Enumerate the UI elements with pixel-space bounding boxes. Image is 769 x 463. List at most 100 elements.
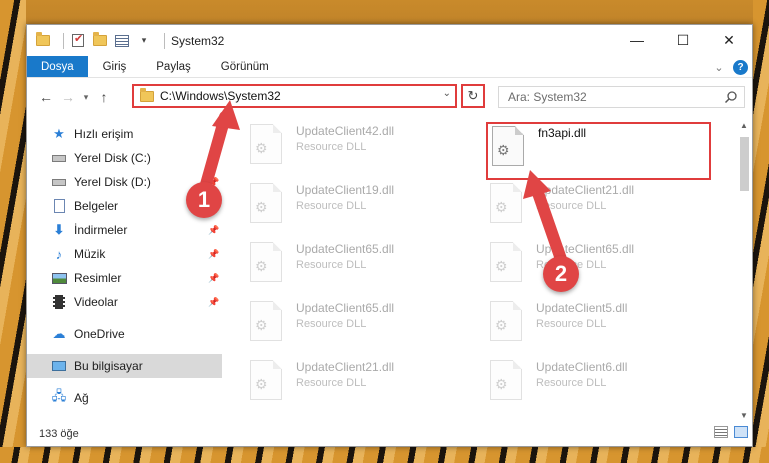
sidebar-item-quick-access[interactable]: ★ Hızlı erişim: [27, 122, 222, 146]
refresh-icon: ↻: [467, 88, 479, 103]
vertical-scrollbar[interactable]: ▲ ▼: [736, 117, 752, 423]
list-item[interactable]: ⚙ UpdateClient19.dll Resource DLL: [248, 181, 468, 231]
sidebar-item-downloads[interactable]: ⬇ İndirmeler 📌: [27, 218, 222, 242]
desktop-background-bottom: [0, 447, 769, 463]
recent-locations-chevron-icon[interactable]: ▾: [79, 86, 93, 108]
sidebar-item-label: Videolar: [74, 295, 118, 309]
scroll-up-icon[interactable]: ▲: [736, 117, 752, 133]
dll-file-icon: ⚙: [488, 181, 524, 225]
address-folder-icon: [140, 87, 154, 102]
computer-icon: [51, 359, 67, 373]
tab-view[interactable]: Görünüm: [206, 56, 284, 77]
dll-file-icon: ⚙: [248, 181, 284, 225]
sidebar-item-label: İndirmeler: [74, 223, 128, 237]
pin-icon[interactable]: 📌: [208, 249, 219, 260]
dll-file-icon: ⚙: [248, 122, 284, 166]
desktop-background-right: [753, 0, 769, 463]
sidebar-item-label: Hızlı erişim: [74, 127, 134, 141]
list-item[interactable]: ⚙ UpdateClient6.dll Resource DLL: [488, 358, 708, 408]
sidebar-item-label: Ağ: [74, 391, 89, 405]
address-path[interactable]: C:\Windows\System32: [160, 89, 281, 103]
ribbon-tabs: Dosya Giriş Paylaş Görünüm ⌄ ?: [27, 56, 752, 78]
back-arrow-icon[interactable]: ←: [35, 86, 57, 108]
file-name: UpdateClient21.dll: [536, 183, 635, 197]
scroll-thumb[interactable]: [739, 137, 749, 191]
sidebar-item-local-disk-c[interactable]: Yerel Disk (C:) 📌: [27, 146, 222, 170]
drive-icon: [51, 175, 67, 189]
list-item[interactable]: ⚙ UpdateClient5.dll Resource DLL: [488, 299, 708, 349]
search-input[interactable]: Ara: System32: [498, 86, 745, 108]
sidebar-item-label: Yerel Disk (C:): [74, 151, 151, 165]
sidebar-item-network[interactable]: 🖧 Ağ: [27, 386, 222, 410]
step-badge-2: 2: [543, 256, 579, 292]
drive-icon: [51, 151, 67, 165]
dll-file-icon: ⚙: [248, 240, 284, 284]
pin-icon[interactable]: 📌: [208, 153, 219, 164]
maximize-button[interactable]: ☐: [660, 25, 706, 55]
refresh-button[interactable]: ↻: [461, 84, 485, 108]
pin-icon[interactable]: 📌: [208, 273, 219, 284]
search-icon[interactable]: [724, 90, 738, 104]
list-item-fn3api[interactable]: ⚙ fn3api.dll: [490, 124, 710, 174]
content-area: ★ Hızlı erişim Yerel Disk (C:) 📌 Yerel D…: [27, 117, 754, 423]
details-view-icon[interactable]: [714, 426, 728, 438]
explorer-window: ▾ System32 — ☐ ✕ Dosya Giriş Paylaş Görü…: [26, 24, 753, 447]
star-icon: ★: [53, 126, 65, 141]
help-icon[interactable]: ?: [733, 59, 748, 75]
list-item[interactable]: ⚙ UpdateClient65.dll Resource DLL: [248, 240, 468, 290]
network-icon: 🖧: [51, 388, 67, 403]
dll-file-icon: ⚙: [248, 299, 284, 343]
list-item[interactable]: ⚙ UpdateClient65.dllResource DLL: [488, 240, 708, 290]
search-placeholder: Ara: System32: [508, 90, 587, 104]
file-name: UpdateClient5.dll: [536, 301, 628, 315]
sidebar-item-music[interactable]: ♪ Müzik 📌: [27, 242, 222, 266]
tab-home[interactable]: Giriş: [88, 56, 142, 77]
tab-file[interactable]: Dosya: [27, 56, 88, 77]
file-type: Resource DLL: [296, 377, 367, 389]
file-type: Resource DLL: [296, 141, 367, 153]
large-icons-view-icon[interactable]: [734, 426, 748, 438]
tab-share[interactable]: Paylaş: [141, 56, 206, 77]
file-name: UpdateClient19.dll: [296, 183, 395, 197]
file-name: fn3api.dll: [538, 126, 587, 140]
list-item[interactable]: ⚙ UpdateClient42.dll Resource DLL: [248, 122, 468, 172]
sidebar-item-onedrive[interactable]: ☁ OneDrive: [27, 322, 222, 346]
address-bar[interactable]: C:\Windows\System32 ⌄: [132, 84, 457, 108]
music-icon: ♪: [55, 246, 63, 262]
properties-check-icon[interactable]: [70, 32, 86, 48]
file-type: Resource DLL: [536, 318, 607, 330]
list-item[interactable]: ⚙ UpdateClient21.dll Resource DLL: [248, 358, 468, 408]
customize-toolbar-chevron-icon[interactable]: ▾: [136, 34, 152, 48]
sidebar-item-label: Yerel Disk (D:): [74, 175, 151, 189]
scroll-down-icon[interactable]: ▼: [736, 407, 752, 423]
address-dropdown-icon[interactable]: ⌄: [443, 88, 451, 99]
new-folder-icon[interactable]: [92, 32, 108, 48]
file-name: UpdateClient65.dll: [296, 242, 395, 256]
sidebar-item-label: Müzik: [74, 247, 106, 261]
up-arrow-icon[interactable]: ↑: [93, 86, 115, 108]
window-title: System32: [171, 33, 225, 48]
file-name: UpdateClient65.dll: [296, 301, 395, 315]
dll-file-icon: ⚙: [488, 299, 524, 343]
list-item[interactable]: ⚙ UpdateClient21.dll Resource DLL: [488, 181, 708, 231]
step-badge-1: 1: [186, 182, 222, 218]
expand-ribbon-chevron-icon[interactable]: ⌄: [709, 58, 729, 76]
pin-icon[interactable]: 📌: [208, 225, 219, 236]
close-button[interactable]: ✕: [706, 25, 752, 55]
ribbon-right-controls: ⌄ ?: [709, 58, 748, 76]
sidebar-item-videos[interactable]: Videolar 📌: [27, 290, 222, 314]
sidebar-item-label: OneDrive: [74, 327, 125, 341]
list-item[interactable]: ⚙ UpdateClient65.dllResource DLL: [248, 299, 468, 349]
pin-icon[interactable]: 📌: [208, 297, 219, 308]
minimize-button[interactable]: —: [614, 25, 660, 55]
sidebar-item-label: Belgeler: [74, 199, 119, 213]
sidebar-item-pictures[interactable]: Resimler 📌: [27, 266, 222, 290]
sidebar-item-this-pc[interactable]: Bu bilgisayar: [27, 354, 222, 378]
forward-arrow-icon[interactable]: →: [57, 86, 79, 108]
file-name: UpdateClient42.dll: [296, 124, 395, 138]
videos-icon: [51, 295, 67, 309]
file-type: Resource DLL: [296, 259, 367, 271]
cloud-icon: ☁: [52, 326, 66, 341]
properties-list-icon[interactable]: [114, 34, 130, 48]
file-list: ⚙ UpdateClient42.dll Resource DLL ⚙ Updat…: [222, 117, 738, 423]
